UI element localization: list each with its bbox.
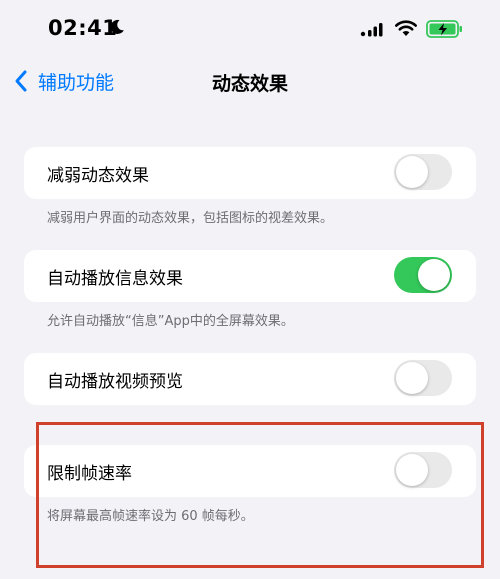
auto-play-video-previews-toggle[interactable] (394, 360, 452, 396)
battery-charging-icon (426, 20, 462, 38)
reduce-motion-footer: 减弱用户界面的动态效果，包括图标的视差效果。 (47, 211, 334, 226)
cellular-signal-icon (360, 23, 383, 37)
toggle-knob (418, 259, 450, 291)
auto-play-message-effects-toggle[interactable] (394, 257, 452, 293)
reduce-motion-toggle[interactable] (394, 154, 452, 190)
wifi-icon (395, 20, 417, 36)
auto-play-video-previews-label: 自动播放视频预览 (47, 372, 183, 392)
highlight-annotation-box (36, 422, 484, 568)
reduce-motion-label: 减弱动态效果 (47, 166, 149, 186)
toggle-knob (396, 156, 428, 188)
auto-play-message-effects-label: 自动播放信息效果 (47, 269, 183, 289)
reduce-motion-row: 减弱动态效果 (24, 147, 476, 199)
moon-icon (110, 19, 124, 34)
auto-play-message-effects-row: 自动播放信息效果 (24, 250, 476, 302)
navigation-bar: 辅助功能 动态效果 (0, 62, 500, 102)
auto-play-message-effects-footer: 允许自动播放“信息”App中的全屏幕效果。 (47, 314, 294, 329)
status-time: 02:41 (48, 16, 118, 40)
auto-play-video-previews-row: 自动播放视频预览 (24, 353, 476, 405)
status-bar: 02:41 (0, 0, 500, 60)
page-title: 动态效果 (211, 73, 288, 95)
toggle-knob (396, 362, 428, 394)
